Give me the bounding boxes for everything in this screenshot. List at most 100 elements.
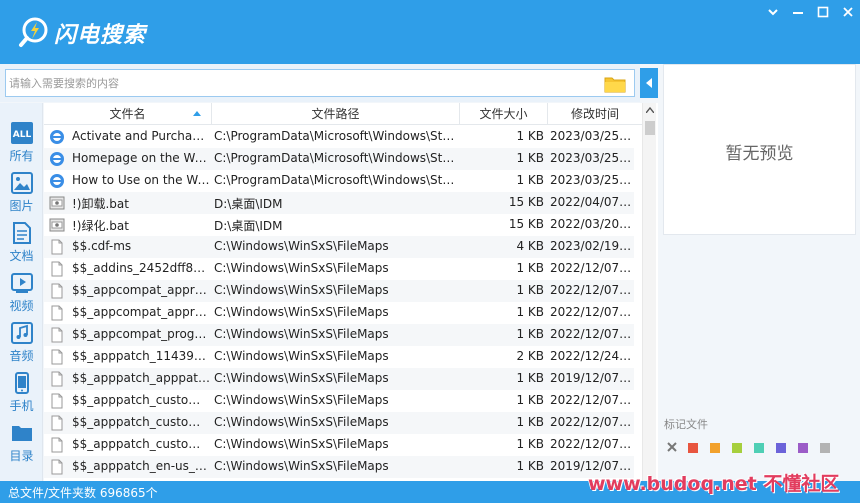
file-path: C:\Windows\WinSxS\FileMaps	[214, 371, 389, 385]
file-size: 1 KB	[516, 327, 544, 341]
sidebar-item-label: 手机	[9, 399, 34, 413]
tag-color-swatch[interactable]	[776, 443, 786, 453]
table-row[interactable]: $$_appcompat_progra... C:\Windows\WinSxS\…	[44, 324, 634, 346]
sidebar-item-label: 文档	[9, 249, 34, 263]
category-sidebar: ALL 所有 图片 文档 视频 音频 手机 目录	[0, 103, 43, 481]
file-icon	[49, 327, 65, 343]
tag-color-swatch[interactable]	[820, 443, 830, 453]
tag-color-swatch[interactable]	[732, 443, 742, 453]
file-size: 1 KB	[516, 459, 544, 473]
file-name: $$_apppatch_apppatch...	[72, 371, 210, 385]
title-bar: 闪电搜索	[0, 0, 860, 64]
sidebar-item-documents[interactable]: 文档	[0, 217, 43, 267]
file-path: C:\Windows\WinSxS\FileMaps	[214, 437, 389, 451]
table-row[interactable]: $$_addins_2452dff8cb6... C:\Windows\WinSx…	[44, 258, 634, 280]
close-icon[interactable]	[841, 5, 855, 19]
table-row[interactable]: !)卸载.bat D:\桌面\IDM 15 KB 2022/04/07 1...	[44, 192, 634, 214]
table-row[interactable]: $$_appcompat_apprais... C:\Windows\WinSxS…	[44, 302, 634, 324]
tag-color-swatch[interactable]	[688, 443, 698, 453]
file-size: 4 KB	[516, 239, 544, 253]
sidebar-item-audio[interactable]: 音频	[0, 317, 43, 367]
file-name: $$_apppatch_custom_2...	[72, 393, 210, 407]
table-row[interactable]: Activate and Purchase ... C:\ProgramData\…	[44, 126, 634, 148]
minimize-icon[interactable]	[791, 5, 805, 19]
table-row[interactable]: $$_apppatch_1143992c... C:\Windows\WinSxS…	[44, 346, 634, 368]
sidebar-item-video[interactable]: 视频	[0, 267, 43, 317]
document-icon	[13, 222, 31, 244]
file-modified: 2022/12/07 1...	[550, 261, 634, 275]
file-size: 1 KB	[516, 173, 544, 187]
column-header-name[interactable]: 文件名	[44, 103, 212, 125]
tag-color-swatch[interactable]	[754, 443, 764, 453]
file-size: 1 KB	[516, 261, 544, 275]
file-size: 1 KB	[516, 371, 544, 385]
file-name: $$_appcompat_apprais...	[72, 283, 210, 297]
app-window: 闪电搜索 ALL	[0, 0, 860, 503]
file-table: 文件名 文件路径 文件大小 修改时间 Activate and Purchase…	[44, 103, 658, 481]
file-path: C:\Windows\WinSxS\FileMaps	[214, 305, 389, 319]
vertical-scrollbar[interactable]	[642, 103, 656, 481]
file-modified: 2023/02/19 2...	[550, 239, 634, 253]
file-path: C:\Windows\WinSxS\FileMaps	[214, 393, 389, 407]
preview-empty-text: 暂无预览	[725, 144, 794, 164]
tags-label: 标记文件	[664, 418, 708, 431]
scroll-up-icon[interactable]	[646, 107, 654, 113]
maximize-icon[interactable]	[816, 5, 830, 19]
file-modified: 2022/12/07 1...	[550, 327, 634, 341]
ie-icon	[49, 173, 65, 189]
column-header-size[interactable]: 文件大小	[460, 103, 548, 125]
sidebar-item-label: 视频	[9, 299, 34, 313]
file-size: 1 KB	[516, 283, 544, 297]
file-modified: 2022/12/07 1...	[550, 437, 634, 451]
table-row[interactable]: $$_apppatch_en-us_098... C:\Windows\WinSx…	[44, 456, 634, 478]
file-icon	[49, 393, 65, 409]
search-input[interactable]	[9, 73, 599, 93]
chevron-down-icon[interactable]	[766, 5, 780, 19]
table-row[interactable]: $$_apppatch_apppatch... C:\Windows\WinSxS…	[44, 368, 634, 390]
tag-color-swatch[interactable]	[710, 443, 720, 453]
sidebar-item-label: 图片	[9, 199, 34, 213]
image-icon	[11, 172, 33, 194]
sidebar-item-phone[interactable]: 手机	[0, 367, 43, 417]
file-path: C:\Windows\WinSxS\FileMaps	[214, 415, 389, 429]
scrollbar-thumb[interactable]	[645, 121, 655, 135]
file-path: D:\桌面\IDM	[214, 219, 283, 233]
table-body: Activate and Purchase ... C:\ProgramData\…	[44, 126, 634, 478]
file-name: $$_appcompat_apprais...	[72, 305, 210, 319]
sidebar-item-images[interactable]: 图片	[0, 167, 43, 217]
file-icon	[49, 371, 65, 387]
column-header-path[interactable]: 文件路径	[212, 103, 460, 125]
video-icon	[11, 273, 33, 293]
file-name: $$_apppatch_customsd...	[72, 437, 210, 451]
sidebar-item-folders[interactable]: 目录	[0, 417, 43, 467]
file-icon	[49, 349, 65, 365]
file-size: 15 KB	[508, 195, 544, 209]
table-row[interactable]: How to Use on the We... C:\ProgramData\Mi…	[44, 170, 634, 192]
ie-icon	[49, 129, 65, 145]
table-row[interactable]: $$_apppatch_custom_c... C:\Windows\WinSxS…	[44, 412, 634, 434]
tag-color-swatch[interactable]	[798, 443, 808, 453]
table-row[interactable]: $$.cdf-ms C:\Windows\WinSxS\FileMaps 4 KB 2…	[44, 236, 634, 258]
table-row[interactable]: Homepage on the We... C:\ProgramData\Micr…	[44, 148, 634, 170]
file-path: C:\Windows\WinSxS\FileMaps	[214, 283, 389, 297]
table-row[interactable]: $$_appcompat_apprais... C:\Windows\WinSxS…	[44, 280, 634, 302]
toggle-preview-button[interactable]	[640, 68, 658, 98]
table-row[interactable]: $$_apppatch_custom_2... C:\Windows\WinSxS…	[44, 390, 634, 412]
file-icon	[49, 459, 65, 475]
table-row[interactable]: !)绿化.bat D:\桌面\IDM 15 KB 2022/03/20 1...	[44, 214, 634, 236]
file-path: C:\ProgramData\Microsoft\Windows\Star...	[214, 129, 456, 143]
file-name: Activate and Purchase ...	[72, 129, 210, 143]
column-header-modified[interactable]: 修改时间	[548, 103, 642, 125]
table-header: 文件名 文件路径 文件大小 修改时间	[44, 103, 644, 125]
file-path: C:\Windows\WinSxS\FileMaps	[214, 239, 389, 253]
sidebar-item-all[interactable]: ALL 所有	[0, 117, 43, 167]
file-icon	[49, 239, 65, 255]
table-row[interactable]: $$_apppatch_customsd... C:\Windows\WinSxS…	[44, 434, 634, 456]
clear-tag-icon[interactable]	[666, 441, 678, 453]
file-size: 1 KB	[516, 129, 544, 143]
phone-icon	[15, 372, 29, 394]
folder-icon[interactable]	[604, 75, 626, 93]
folder-icon	[12, 426, 32, 441]
ie-icon	[49, 151, 65, 167]
file-path: C:\Windows\WinSxS\FileMaps	[214, 261, 389, 275]
